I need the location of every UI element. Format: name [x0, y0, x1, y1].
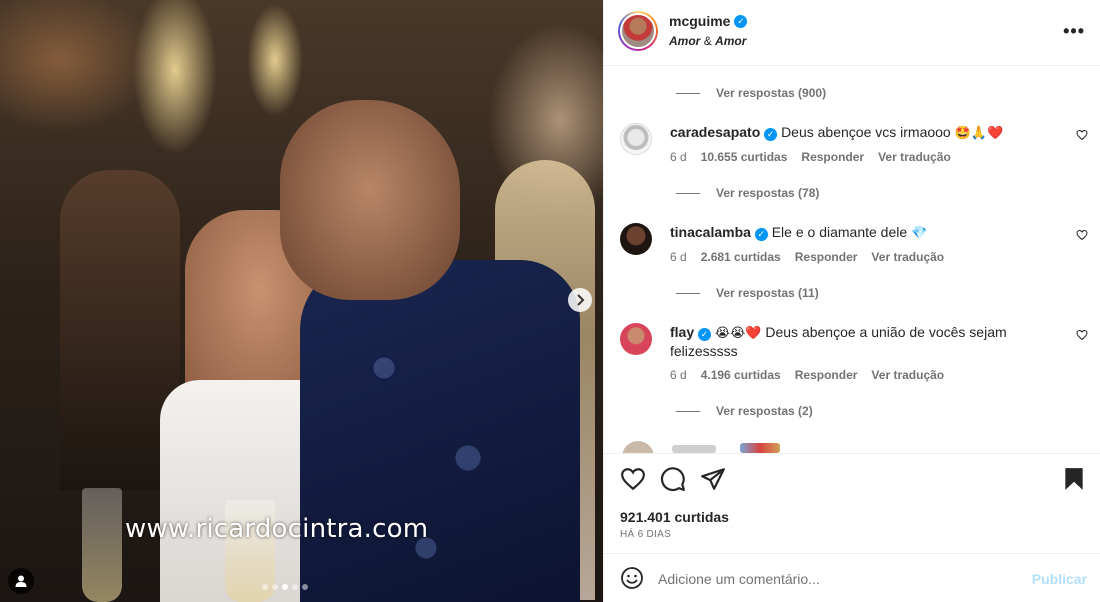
comment-emojis: 😭😭❤️	[714, 325, 762, 340]
heart-icon[interactable]	[620, 466, 646, 492]
post-sidebar: mcguime ✓ Amor & Amor ••• Ver respostas …	[603, 0, 1100, 602]
comment-username[interactable]: flay	[670, 324, 694, 340]
view-replies-button[interactable]: Ver respostas (11)	[676, 286, 819, 300]
reply-button[interactable]: Responder	[795, 368, 858, 382]
comment-item: caradesapato ✓ Deus abençoe vcs irmaooo …	[618, 123, 1088, 171]
post-photo[interactable]: www.ricardocintra.com	[0, 0, 603, 602]
carousel-dot	[272, 584, 278, 590]
carousel-dots	[262, 584, 308, 590]
comment-emojis: 🤩🙏❤️	[954, 125, 1004, 140]
comment-input[interactable]	[658, 568, 1018, 590]
comment-item: tinacalamba ✓ Ele e o diamante dele 💎 6 …	[618, 223, 1088, 271]
view-replies-button[interactable]: Ver respostas (900)	[676, 86, 826, 100]
view-replies-label: Ver respostas (900)	[716, 86, 827, 100]
comment-avatar[interactable]	[620, 323, 652, 355]
comment-item: flay ✓ 😭😭❤️ Deus abençoe a união de você…	[618, 323, 1088, 389]
view-replies-button[interactable]: Ver respostas (78)	[676, 186, 819, 200]
carousel-dot-active	[282, 584, 288, 590]
share-icon[interactable]	[700, 466, 726, 492]
view-replies-label: Ver respostas (78)	[716, 186, 820, 200]
publish-button[interactable]: Publicar	[1032, 571, 1087, 587]
reply-button[interactable]: Responder	[795, 250, 858, 264]
post-subtitle: Amor & Amor	[669, 34, 746, 48]
carousel-dot	[262, 584, 268, 590]
emoji-icon[interactable]	[620, 566, 644, 590]
verified-icon: ✓	[734, 14, 748, 28]
heart-icon[interactable]	[1076, 329, 1088, 341]
author-avatar[interactable]	[618, 11, 658, 51]
view-replies-label: Ver respostas (11)	[716, 286, 819, 300]
add-comment-bar: Publicar	[604, 553, 1100, 602]
photo-watermark: www.ricardocintra.com	[125, 514, 429, 544]
comment-likes[interactable]: 4.196 curtidas	[701, 368, 781, 382]
comment-likes[interactable]: 2.681 curtidas	[701, 250, 781, 264]
verified-icon: ✓	[698, 328, 712, 341]
post-timestamp[interactable]: HÁ 6 DIAS	[620, 529, 671, 540]
comment-text: Ele e o diamante dele	[771, 224, 908, 240]
verified-icon: ✓	[764, 128, 778, 141]
comment-text: Deus abençoe vcs irmaooo	[781, 124, 951, 140]
subtitle-separator: &	[703, 34, 712, 48]
photo-groom	[280, 100, 460, 300]
author-username-row: mcguime ✓	[669, 13, 748, 29]
carousel-dot	[292, 584, 298, 590]
bookmark-icon[interactable]	[1061, 466, 1087, 492]
author-username[interactable]: mcguime	[669, 13, 730, 29]
divider	[676, 192, 700, 194]
comment-meta: 6 d 2.681 curtidas Responder Ver traduçã…	[670, 250, 944, 264]
carousel-next-button[interactable]	[568, 288, 592, 312]
comment-username[interactable]: tinacalamba	[670, 224, 751, 240]
translate-button[interactable]: Ver tradução	[878, 150, 951, 164]
comments-list[interactable]: Ver respostas (900) caradesapato ✓ Deus …	[604, 67, 1100, 453]
post-header: mcguime ✓ Amor & Amor •••	[604, 0, 1100, 66]
comment-avatar[interactable]	[620, 123, 652, 155]
chevron-right-icon	[577, 294, 585, 306]
comment-body: tinacalamba ✓ Ele e o diamante dele 💎	[670, 223, 1040, 242]
divider	[676, 92, 700, 94]
tagged-users-button[interactable]	[8, 568, 34, 594]
comment-meta: 6 d 10.655 curtidas Responder Ver traduç…	[670, 150, 951, 164]
comment-age[interactable]: 6 d	[670, 368, 687, 382]
comment-age[interactable]: 6 d	[670, 250, 687, 264]
comment-icon[interactable]	[660, 466, 686, 492]
user-icon	[15, 575, 27, 587]
comment-age[interactable]: 6 d	[670, 150, 687, 164]
subtitle-part[interactable]: Amor	[715, 34, 746, 48]
divider	[676, 292, 700, 294]
photo-champagne-glass	[82, 488, 122, 602]
subtitle-part[interactable]: Amor	[669, 34, 700, 48]
reply-button[interactable]: Responder	[801, 150, 864, 164]
translate-button[interactable]: Ver tradução	[871, 368, 944, 382]
comment-item-partial	[620, 441, 800, 453]
like-count[interactable]: 921.401 curtidas	[620, 509, 729, 525]
comment-body: caradesapato ✓ Deus abençoe vcs irmaooo …	[670, 123, 1040, 142]
comment-meta: 6 d 4.196 curtidas Responder Ver traduçã…	[670, 368, 944, 382]
translate-button[interactable]: Ver tradução	[871, 250, 944, 264]
comment-likes[interactable]: 10.655 curtidas	[701, 150, 788, 164]
comment-username[interactable]: caradesapato	[670, 124, 760, 140]
photo-groom-suit	[300, 260, 580, 602]
view-replies-label: Ver respostas (2)	[716, 404, 813, 418]
divider	[676, 410, 700, 412]
more-options-icon[interactable]: •••	[1063, 22, 1085, 40]
post-actions: 921.401 curtidas HÁ 6 DIAS	[604, 453, 1100, 553]
heart-icon[interactable]	[1076, 129, 1088, 141]
carousel-dot	[302, 584, 308, 590]
heart-icon[interactable]	[1076, 229, 1088, 241]
view-replies-button[interactable]: Ver respostas (2)	[676, 404, 813, 418]
comment-body: flay ✓ 😭😭❤️ Deus abençoe a união de você…	[670, 323, 1040, 360]
comment-emojis: 💎	[911, 225, 928, 240]
comment-avatar[interactable]	[620, 223, 652, 255]
verified-icon: ✓	[754, 228, 768, 241]
